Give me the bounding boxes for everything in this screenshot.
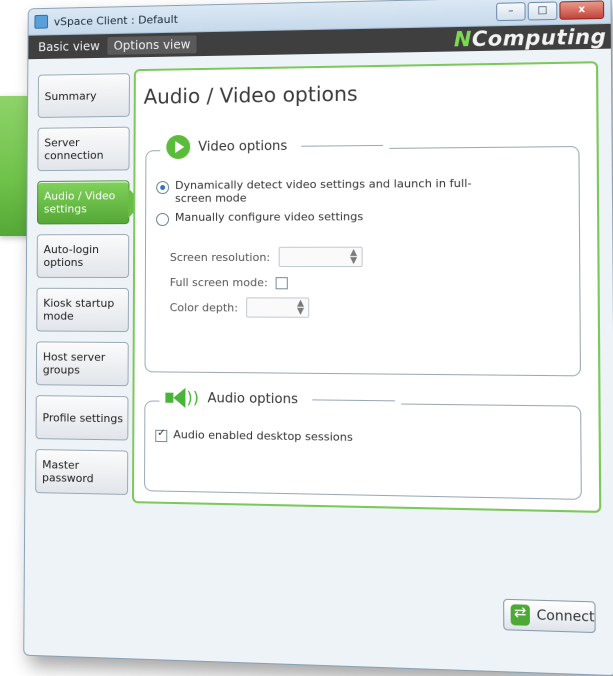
sidebar-item-host-server-groups[interactable]: Host server groups [35,341,129,387]
full-screen-mode-row: Full screen mode: [170,275,394,290]
radio-manual-row[interactable]: Manually configure video settings [156,209,494,227]
speaker-icon: )) [165,386,199,411]
minimize-button[interactable]: – [496,2,526,22]
window-controls: – □ x [496,0,605,22]
video-radio-group: Dynamically detect video settings and la… [156,177,494,227]
app-icon [34,14,49,29]
page-title: Audio / Video options [143,81,358,109]
connect-icon [510,604,531,626]
sidebar-item-server-connection[interactable]: Server connection [37,126,130,172]
color-depth-select[interactable]: ▲ ▼ [246,297,310,318]
sidebar-item-summary[interactable]: Summary [37,73,130,118]
play-icon [166,134,191,160]
window-title: vSpace Client : Default [53,12,178,28]
sidebar-item-audio-video-settings[interactable]: Audio / Video settings [36,180,130,225]
tab-options-view[interactable]: Options view [107,35,197,55]
spin-arrows-icon: ▲ ▼ [349,247,358,267]
screen-resolution-label: Screen resolution: [169,250,271,264]
screen-resolution-row: Screen resolution: ▲ ▼ [169,246,394,268]
color-depth-label: Color depth: [169,300,239,314]
audio-options-header: )) Audio options [159,385,402,413]
sidebar-item-profile-settings[interactable]: Profile settings [35,395,129,441]
sidebar-item-auto-login-options[interactable]: Auto-login options [36,234,130,278]
manual-video-fields: Screen resolution: ▲ ▼ Full screen mode: … [169,246,394,319]
tab-basic-view[interactable]: Basic view [32,37,105,56]
radio-auto-detect[interactable] [156,181,170,195]
sidebar-item-kiosk-startup-mode[interactable]: Kiosk startup mode [36,287,129,333]
logo-n: N [453,26,472,52]
sidebar: Summary Server connection Audio / Video … [35,73,134,505]
audio-options-group: )) Audio options Audio enabled desktop s… [144,385,582,500]
audio-enabled-checkbox[interactable] [155,429,168,443]
divider [301,144,384,147]
radio-auto-detect-label: Dynamically detect video settings and la… [175,176,472,205]
ncomputing-logo: NComputing [454,24,607,51]
spin-arrows-icon: ▲ ▼ [297,298,305,317]
video-options-group: Video options Dynamically detect video s… [144,132,582,377]
divider [312,398,395,401]
content-area: Summary Server connection Audio / Video … [24,49,613,676]
full-screen-mode-checkbox[interactable] [275,277,289,290]
video-options-title: Video options [198,138,288,155]
sidebar-item-master-password[interactable]: Master password [35,449,129,495]
screen-resolution-select[interactable]: ▲ ▼ [278,246,363,268]
options-panel: Audio / Video options Video options Dyna… [131,61,602,513]
connect-button[interactable]: Connect [503,598,596,634]
close-button[interactable]: x [559,0,605,20]
radio-manual-label: Manually configure video settings [174,210,364,224]
radio-auto-detect-row[interactable]: Dynamically detect video settings and la… [156,177,494,205]
audio-enabled-label: Audio enabled desktop sessions [173,428,353,444]
radio-manual[interactable] [156,212,170,227]
app-window: vSpace Client : Default – □ x Basic view… [23,0,613,676]
video-options-header: Video options [160,132,390,160]
logo-text: Computing [471,24,607,52]
audio-options-title: Audio options [207,390,298,407]
color-depth-row: Color depth: ▲ ▼ [170,297,394,318]
audio-enabled-row[interactable]: Audio enabled desktop sessions [155,428,353,445]
maximize-button[interactable]: □ [527,1,558,21]
full-screen-mode-label: Full screen mode: [169,275,268,289]
connect-label: Connect [536,607,595,626]
